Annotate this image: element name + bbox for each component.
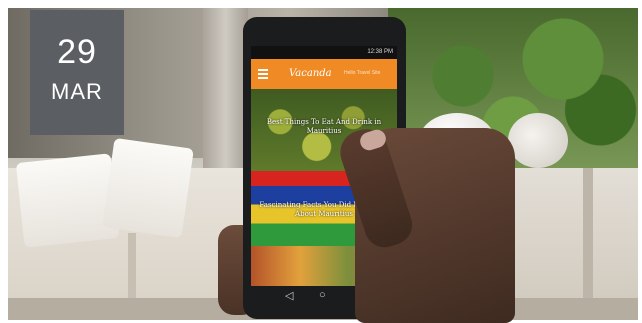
app-logo: Vacanda — [289, 68, 332, 79]
cushion — [15, 153, 120, 248]
photo-frame: 29 MAR 12:38 PM Vacanda Hello Travel Sit… — [0, 0, 642, 323]
home-icon[interactable]: ○ — [319, 289, 326, 301]
white-planter-small — [508, 113, 568, 168]
date-month: MAR — [51, 79, 103, 104]
back-icon[interactable]: ◁ — [285, 289, 293, 302]
app-subtitle: Hello Travel Site — [344, 70, 381, 76]
background-pillar — [203, 8, 248, 168]
app-bar: Vacanda Hello Travel Site — [251, 59, 397, 89]
cushion — [102, 137, 194, 239]
date-badge: 29 MAR — [30, 10, 124, 135]
hamburger-menu-icon[interactable] — [258, 69, 268, 79]
status-bar: 12:38 PM — [251, 46, 397, 59]
chair-leg — [583, 168, 593, 318]
date-day: 29 — [57, 33, 97, 71]
